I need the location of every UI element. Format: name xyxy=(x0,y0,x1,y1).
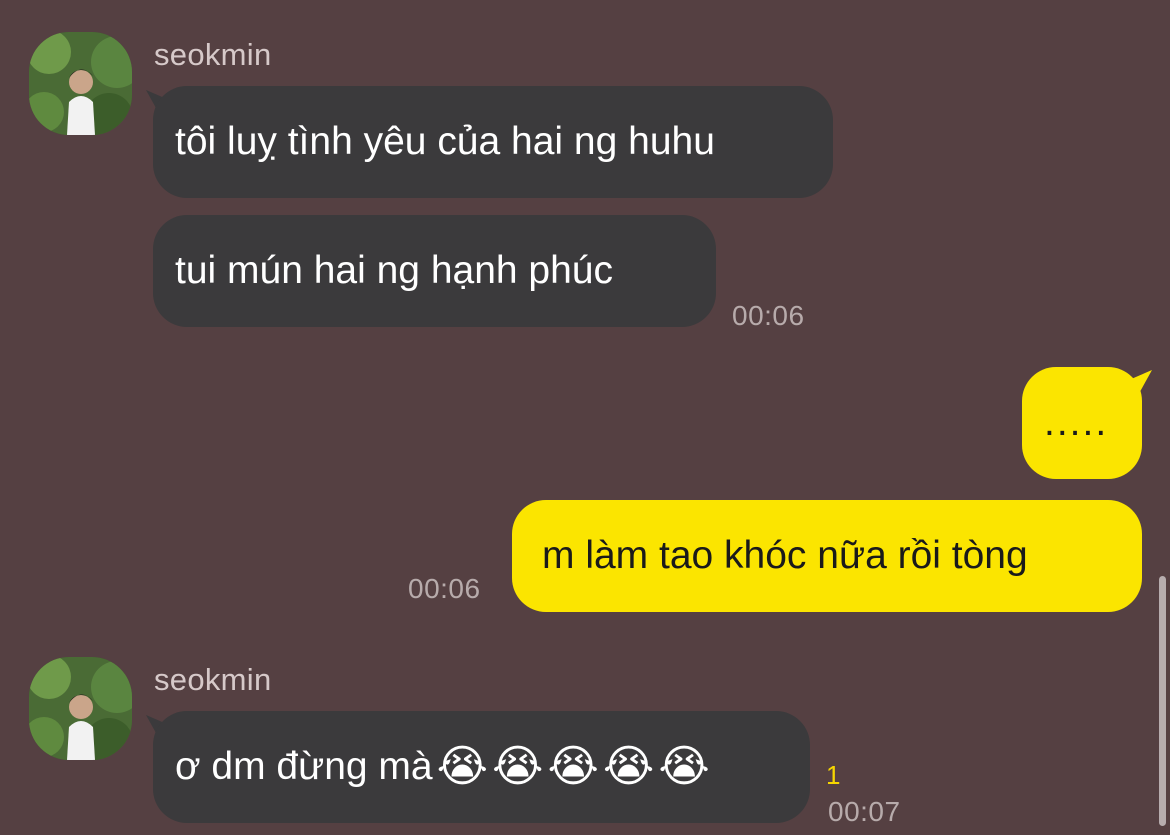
message-text: ..... xyxy=(1044,401,1109,444)
crying-face-icon: 😭 xyxy=(492,741,544,792)
message-text: tôi luỵ tình yêu của hai ng huhu xyxy=(175,120,715,163)
avatar-photo-icon xyxy=(29,657,132,760)
chat-area[interactable]: seokmin tôi luỵ tình yêu của hai ng huhu… xyxy=(0,0,1170,835)
sender-name: seokmin xyxy=(154,37,272,72)
message-timestamp: 00:06 xyxy=(732,300,805,331)
sender-name: seokmin xyxy=(154,662,272,697)
message-bubble[interactable]: m làm tao khóc nữa rồi tòng xyxy=(512,500,1142,612)
sender-avatar[interactable] xyxy=(29,32,132,135)
message-text: m làm tao khóc nữa rồi tòng xyxy=(542,534,1028,577)
crying-face-icon: 😭 xyxy=(658,741,710,792)
scrollbar[interactable] xyxy=(1159,576,1166,826)
sender-avatar[interactable] xyxy=(29,657,132,760)
crying-face-icon: 😭 xyxy=(547,741,599,792)
message-text: tui mún hai ng hạnh phúc xyxy=(175,249,613,292)
avatar-photo-icon xyxy=(29,32,132,135)
message-timestamp: 00:06 xyxy=(408,573,481,604)
message-bubble[interactable]: ơ dm đừng mà 😭 😭 😭 😭 😭 xyxy=(153,711,810,823)
crying-face-icon: 😭 xyxy=(602,741,655,792)
unread-count: 1 xyxy=(826,760,841,790)
message-bubble[interactable]: tôi luỵ tình yêu của hai ng huhu xyxy=(153,86,833,198)
message-bubble[interactable]: ..... xyxy=(1022,367,1142,479)
message-text: ơ dm đừng mà xyxy=(175,745,433,788)
message-bubble[interactable]: tui mún hai ng hạnh phúc xyxy=(153,215,716,327)
crying-face-icon: 😭 xyxy=(436,741,489,792)
message-timestamp: 00:07 xyxy=(828,796,901,827)
